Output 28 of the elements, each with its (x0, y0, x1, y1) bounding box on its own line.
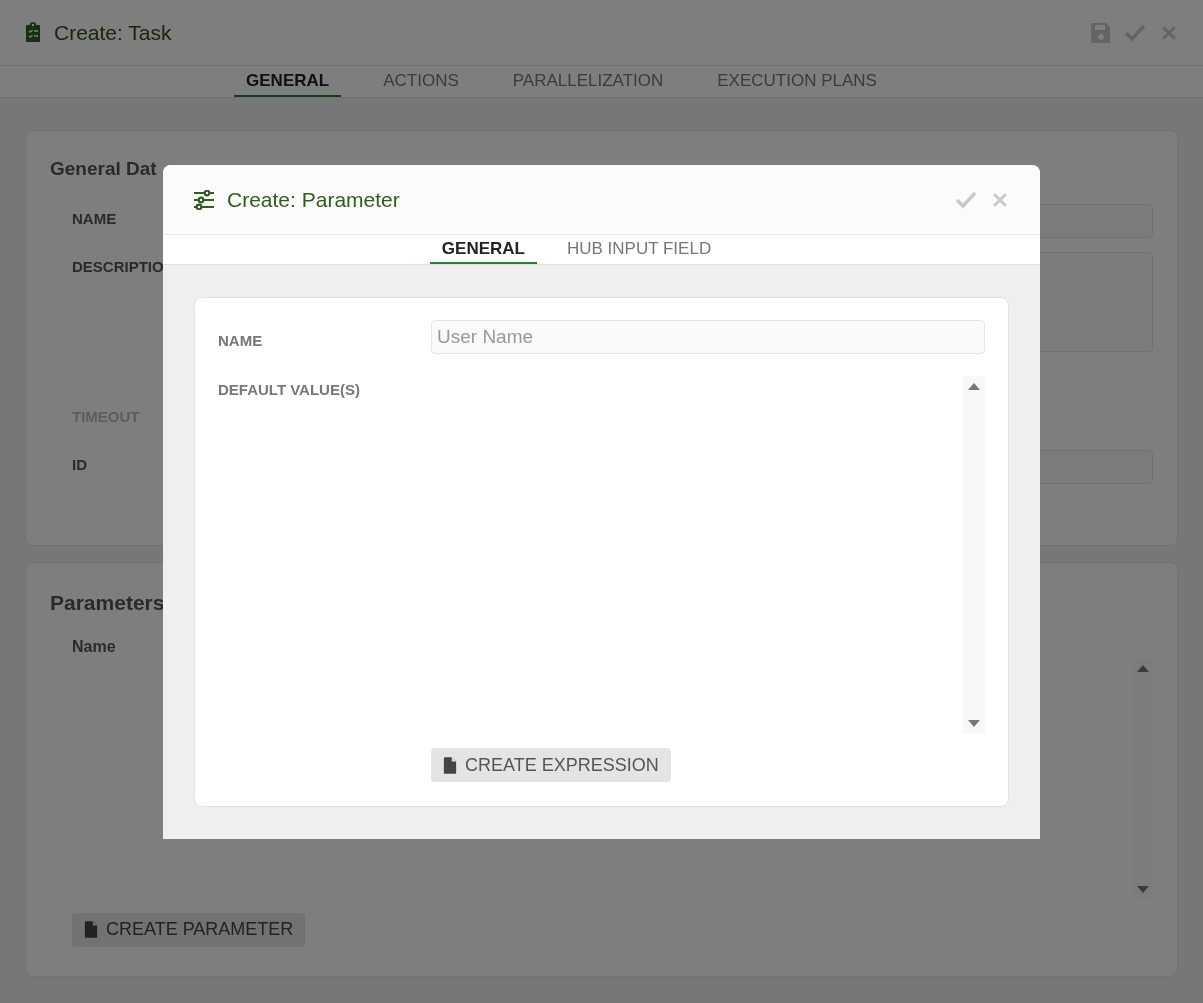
document-icon (84, 921, 98, 938)
field-label: NAME (218, 331, 264, 351)
dialog-title: Create: Parameter (227, 186, 400, 213)
field-label: DESCRIPTIO (72, 256, 165, 277)
column-header: Name (72, 636, 116, 657)
section-title: General Dat (50, 157, 158, 181)
tab[interactable]: GENERAL (234, 66, 342, 97)
scroll-down-icon (1136, 883, 1150, 895)
tab[interactable]: ACTIONS (371, 66, 471, 97)
save-icon (1089, 20, 1111, 45)
scrollbar[interactable] (963, 376, 985, 734)
create-expression-button[interactable]: CREATE EXPRESSION (431, 748, 671, 782)
clipboard-icon (24, 21, 42, 44)
field-label: DEFAULT VALUE(S) (218, 380, 361, 400)
document-icon (443, 756, 457, 774)
tab[interactable]: HUB INPUT FIELD (554, 235, 724, 264)
window-title: Create: Task (54, 19, 172, 46)
field-label: ID (72, 454, 88, 475)
section-title: Parameters (50, 590, 166, 616)
scroll-up-icon (967, 381, 981, 392)
tab[interactable]: EXECUTION PLANS (705, 66, 889, 97)
sliders-icon (193, 189, 215, 210)
create-parameter-button[interactable]: CREATE PARAMETER (72, 912, 306, 947)
tab[interactable]: PARALLELIZATION (500, 66, 676, 97)
field-label: NAME (72, 208, 118, 229)
tab[interactable]: GENERAL (429, 235, 537, 264)
name-field[interactable]: User Name (431, 320, 985, 354)
scroll-down-icon (967, 718, 981, 729)
